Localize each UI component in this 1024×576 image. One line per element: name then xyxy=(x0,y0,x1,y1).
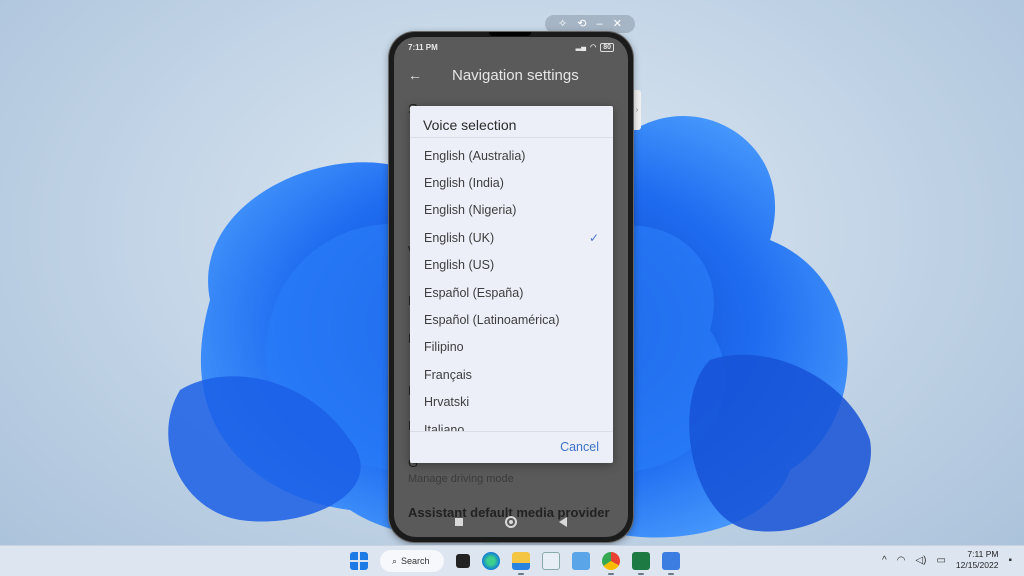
dialog-actions: Cancel xyxy=(410,432,613,462)
dialog-title: Voice selection xyxy=(410,106,613,138)
app-bar: ← Navigation settings xyxy=(394,57,628,93)
voice-options-list[interactable]: English (Australia) English (India) Englis… xyxy=(410,138,613,432)
page-title: Navigation settings xyxy=(452,66,579,84)
voice-option-label: English (Australia) xyxy=(424,148,526,163)
chevron-up-icon[interactable]: ^ xyxy=(882,555,887,566)
edge-icon[interactable] xyxy=(482,552,500,570)
phone-mirror-icon[interactable] xyxy=(662,552,680,575)
voice-option-label: Español (España) xyxy=(424,285,524,300)
voice-option-label: Español (Latinoamérica) xyxy=(424,313,560,328)
volume-icon[interactable]: ◁) xyxy=(915,555,926,566)
voice-option-label: Hrvatski xyxy=(424,395,470,410)
wifi-icon[interactable]: ◠ xyxy=(897,555,906,566)
search-label: Search xyxy=(401,556,430,566)
voice-option-label: English (UK) xyxy=(424,230,495,245)
voice-option[interactable]: Español (España) xyxy=(410,279,613,306)
voice-option-label: Filipino xyxy=(424,340,464,355)
voice-option-label: English (Nigeria) xyxy=(424,203,517,218)
voice-option-label: English (US) xyxy=(424,258,495,273)
system-tray: ^ ◠ ◁) ▭ 7:11 PM 12/15/2022 ▪ xyxy=(882,549,1012,571)
mirror-window-controls: ✧ ⟲ – ✕ xyxy=(545,15,635,33)
battery-icon: 80 xyxy=(600,42,614,52)
signal-icon: ▂▄ xyxy=(575,44,587,51)
voice-selection-dialog: Voice selection English (Australia) Engli… xyxy=(410,106,613,463)
start-icon[interactable] xyxy=(350,552,368,570)
voice-option-label: English (India) xyxy=(424,176,504,191)
voice-option[interactable]: Hrvatski xyxy=(410,389,613,416)
excel-icon[interactable] xyxy=(632,552,650,575)
close-button[interactable]: ✕ xyxy=(613,18,622,30)
voice-option[interactable]: English (Nigeria) xyxy=(410,197,613,224)
clock-date: 12/15/2022 xyxy=(955,560,999,570)
pin-icon[interactable]: ✧ xyxy=(558,18,567,30)
phone-notch xyxy=(489,32,531,36)
voice-option[interactable]: Italiano xyxy=(410,416,613,432)
voice-option[interactable]: English (India) xyxy=(410,169,613,196)
status-bar: 7:11 PM ▂▄ ◠ 80 xyxy=(394,37,628,57)
side-expand-tab[interactable]: › xyxy=(633,90,641,130)
voice-option[interactable]: Filipino xyxy=(410,334,613,361)
clock-time: 7:11 PM xyxy=(967,549,999,559)
search-input[interactable]: ⌕ Search xyxy=(380,550,444,572)
wifi-icon: ◠ xyxy=(590,44,597,51)
history-icon[interactable]: ⟲ xyxy=(577,18,586,30)
voice-option[interactable]: Français xyxy=(410,361,613,388)
home-icon[interactable] xyxy=(505,516,517,528)
cancel-button[interactable]: Cancel xyxy=(560,440,599,454)
minimize-button[interactable]: – xyxy=(597,18,603,30)
notepad-icon[interactable] xyxy=(542,552,560,570)
file-explorer-icon[interactable] xyxy=(512,552,530,575)
voice-option[interactable]: English (UK) ✓ xyxy=(410,224,613,251)
voice-option[interactable]: English (Australia) xyxy=(410,142,613,169)
back-arrow-icon[interactable]: ← xyxy=(408,67,438,83)
search-icon: ⌕ xyxy=(392,555,398,566)
voice-option[interactable]: Español (Latinoamérica) xyxy=(410,306,613,333)
checkmark-icon: ✓ xyxy=(588,230,599,245)
voice-option[interactable]: English (US) xyxy=(410,252,613,279)
battery-icon[interactable]: ▭ xyxy=(936,555,945,566)
notification-icon[interactable]: ▪ xyxy=(1008,555,1012,566)
android-nav-bar xyxy=(394,507,628,537)
voice-option-label: Français xyxy=(424,367,472,382)
taskbar-apps: ⌕ Search xyxy=(350,550,680,575)
voice-option-label: Italiano xyxy=(424,422,465,432)
notes-icon[interactable] xyxy=(572,552,590,570)
chrome-icon[interactable] xyxy=(602,552,620,575)
status-time: 7:11 PM xyxy=(408,42,438,52)
clock[interactable]: 7:11 PM 12/15/2022 xyxy=(956,549,999,571)
bg-subtitle: Manage driving mode xyxy=(408,473,514,485)
task-view-icon[interactable] xyxy=(456,554,470,568)
taskbar: ⌕ Search ^ ◠ ◁) ▭ 7:11 PM 12/15/2022 ▪ xyxy=(0,545,1024,576)
back-icon[interactable] xyxy=(559,517,567,527)
recents-icon[interactable] xyxy=(455,518,463,526)
